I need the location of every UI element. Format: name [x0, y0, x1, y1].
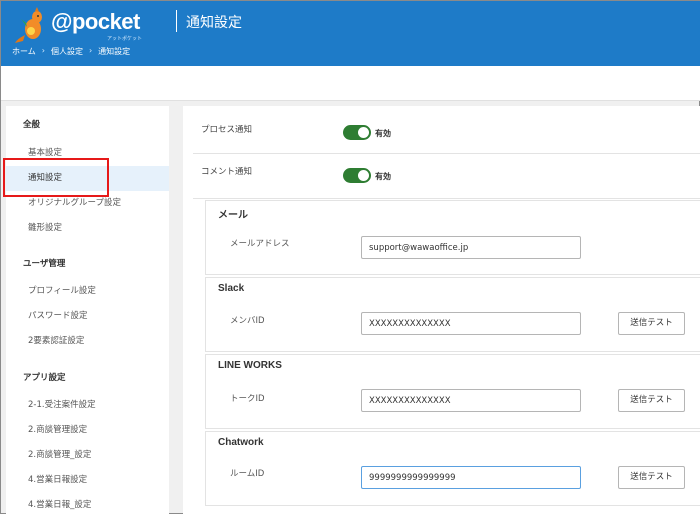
sidebar-item-app-4[interactable]: 4.営業日報設定: [6, 468, 169, 493]
slack-member-id-label: メンバID: [230, 316, 265, 326]
comment-notification-label: コメント通知: [201, 167, 253, 177]
slack-section: Slack メンバID 送信テスト: [205, 277, 700, 352]
lineworks-send-test-button[interactable]: 送信テスト: [618, 389, 685, 412]
email-field-label: メールアドレス: [230, 239, 290, 249]
sidebar-item-app-1[interactable]: 2-1.受注案件設定: [6, 393, 169, 418]
kangaroo-mascot-icon: [15, 7, 42, 43]
slack-member-id-input[interactable]: [361, 312, 581, 335]
logo-subtext: アットポケット: [107, 36, 143, 42]
slack-section-title: Slack: [218, 283, 245, 294]
app-logo[interactable]: @pocket アットポケット: [11, 7, 161, 43]
comment-notification-toggle[interactable]: [343, 168, 371, 183]
sidebar-heading-app-settings: アプリ設定: [23, 373, 66, 383]
lineworks-talk-id-label: トークID: [230, 394, 265, 404]
sidebar-heading-user-management: ユーザ管理: [23, 259, 66, 269]
process-notification-status: 有効: [375, 129, 391, 138]
chatwork-room-id-input[interactable]: [361, 466, 581, 489]
lineworks-talk-id-input[interactable]: [361, 389, 581, 412]
chatwork-send-test-button[interactable]: 送信テスト: [618, 466, 685, 489]
notification-settings-panel: プロセス通知 有効 コメント通知 有効 メール メールアドレス Slack メン…: [183, 106, 700, 514]
sidebar-item-password[interactable]: パスワード設定: [6, 304, 169, 329]
chatwork-section-title: Chatwork: [218, 437, 264, 448]
sidebar-heading-general: 全般: [23, 120, 41, 130]
mail-section-title: メール: [218, 210, 248, 221]
settings-sidebar: 全般 基本設定 通知設定 オリジナルグループ設定 雛形設定 ユーザ管理 プロフィ…: [3, 106, 169, 514]
breadcrumb-home[interactable]: ホーム: [12, 46, 36, 57]
email-field[interactable]: [361, 236, 581, 259]
lineworks-section-title: LINE WORKS: [218, 360, 282, 371]
breadcrumb-current: 通知設定: [98, 47, 131, 56]
sub-toolbar: [1, 66, 700, 101]
breadcrumb: ホーム › 個人設定 › 通知設定: [12, 46, 130, 57]
lineworks-section: LINE WORKS トークID 送信テスト: [205, 354, 700, 429]
chatwork-room-id-label: ルームID: [230, 469, 265, 479]
mail-section: メール メールアドレス: [205, 200, 700, 275]
page-title: 通知設定: [186, 15, 242, 31]
chevron-right-icon: ›: [88, 46, 93, 55]
comment-notification-status: 有効: [375, 172, 391, 181]
slack-send-test-button[interactable]: 送信テスト: [618, 312, 685, 335]
process-notification-label: プロセス通知: [201, 125, 253, 135]
process-notification-toggle[interactable]: [343, 125, 371, 140]
divider: [193, 153, 700, 154]
chevron-right-icon: ›: [41, 46, 45, 55]
breadcrumb-personal-settings[interactable]: 個人設定: [51, 46, 83, 57]
logo-text: @pocket: [51, 9, 140, 34]
divider: [193, 198, 700, 199]
sidebar-item-2fa[interactable]: 2要素認証設定: [6, 329, 169, 354]
sidebar-item-app-5[interactable]: 4.営業日報_設定: [6, 493, 169, 514]
chatwork-section: Chatwork ルームID 送信テスト: [205, 431, 700, 506]
highlight-annotation: [3, 158, 109, 197]
sidebar-item-app-2[interactable]: 2.商談管理設定: [6, 418, 169, 443]
sidebar-item-template[interactable]: 雛形設定: [6, 216, 169, 241]
header-divider: [176, 10, 177, 32]
sidebar-item-profile[interactable]: プロフィール設定: [6, 279, 169, 304]
sidebar-item-app-3[interactable]: 2.商談管理_設定: [6, 443, 169, 468]
app-header: @pocket アットポケット 通知設定 ホーム › 個人設定 › 通知設定: [1, 1, 700, 66]
